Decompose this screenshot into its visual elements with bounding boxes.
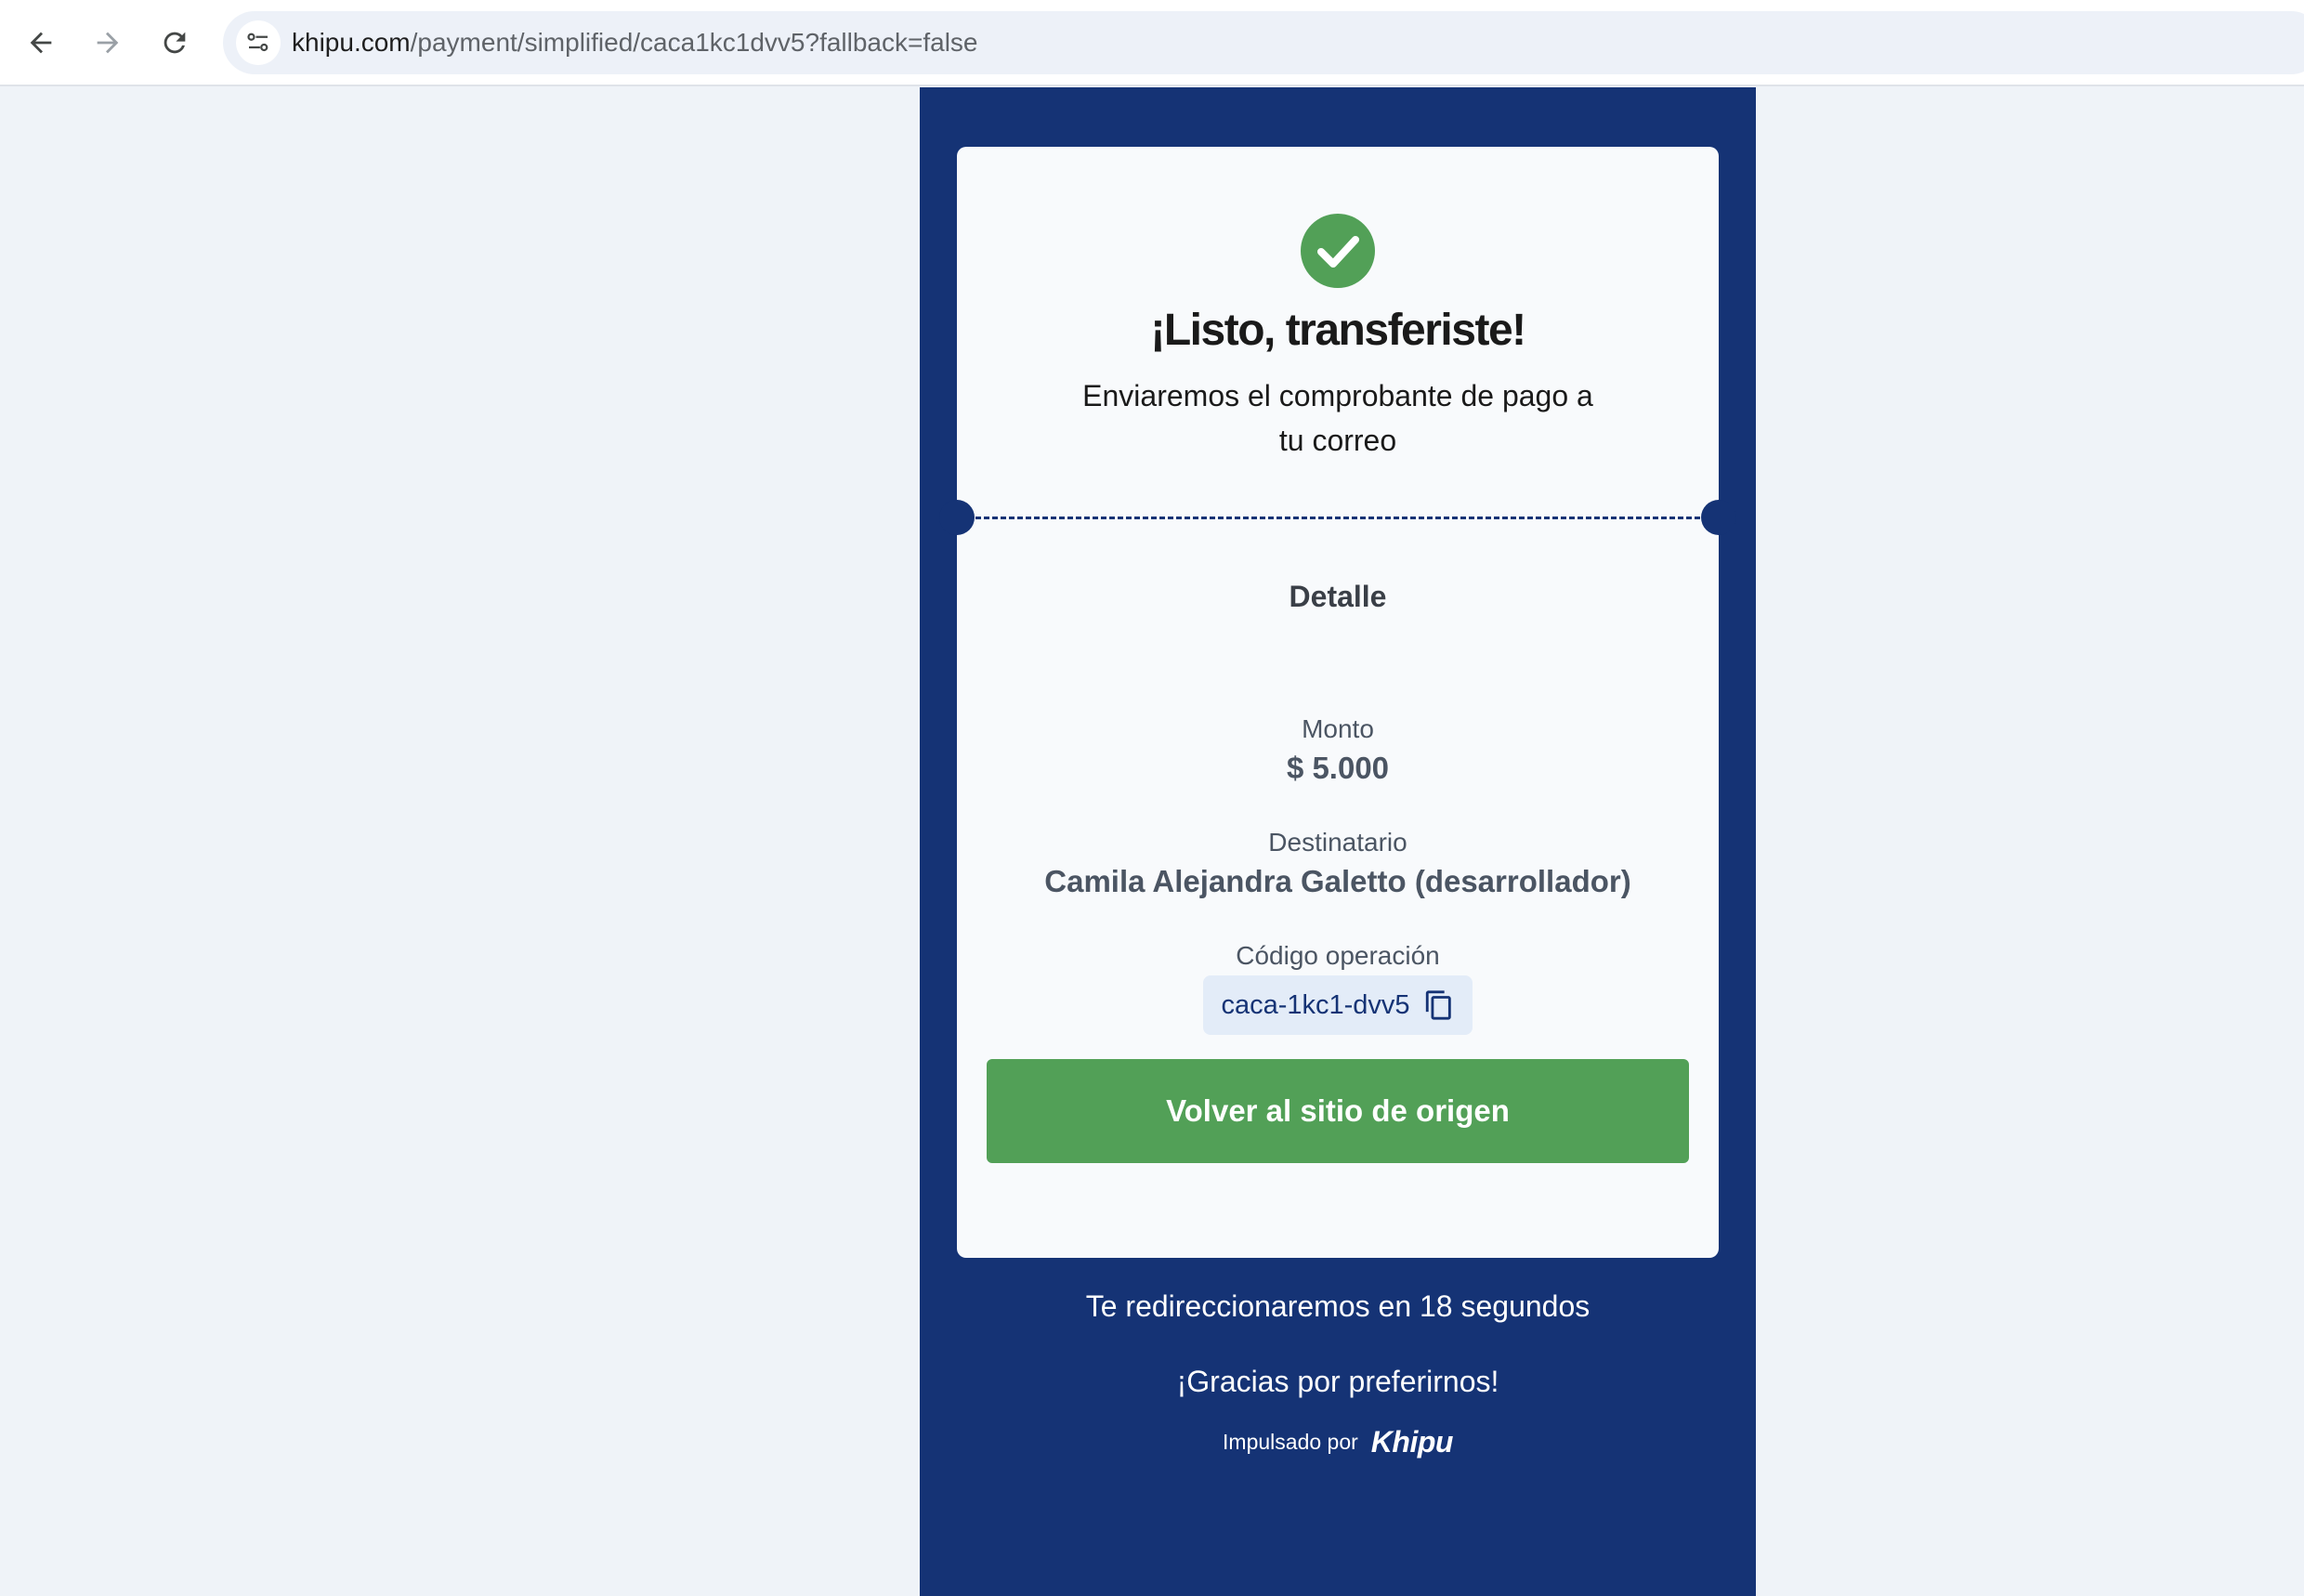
operation-code-chip[interactable]: caca-1kc1-dvv5: [1203, 975, 1473, 1035]
site-settings-tune-icon: [247, 33, 268, 52]
url-path: /payment/simplified/caca1kc1dvv5?fallbac…: [410, 28, 978, 57]
url-host: khipu.com: [292, 28, 411, 57]
receipt-card: ¡Listo, transferiste! Enviaremos el comp…: [939, 147, 1736, 1258]
powered-by-label: Impulsado por: [1223, 1430, 1358, 1454]
return-to-origin-button[interactable]: Volver al sitio de origen: [987, 1059, 1689, 1163]
recipient-label: Destinatario: [1268, 828, 1407, 857]
recipient-value: Camila Alejandra Galetto (desarrollador): [1044, 864, 1631, 898]
ticket-notch-left: [939, 500, 975, 535]
payment-panel: ¡Listo, transferiste! Enviaremos el comp…: [920, 87, 1756, 1596]
redirect-countdown: Te redireccionaremos en 18 segundos: [1085, 1289, 1591, 1323]
forward-button[interactable]: [84, 19, 132, 67]
reload-icon: [164, 32, 186, 54]
copy-icon[interactable]: [1423, 988, 1455, 1022]
operation-code-label: Código operación: [1236, 941, 1440, 970]
detail-title: Detalle: [1289, 580, 1387, 613]
url-text[interactable]: khipu.com/payment/simplified/caca1kc1dvv…: [292, 11, 978, 74]
amount-value: $ 5.000: [1286, 751, 1390, 785]
ticket-notch-right: [1701, 500, 1736, 535]
amount-label: Monto: [1302, 714, 1374, 743]
forward-arrow-icon: [97, 32, 119, 54]
thanks-message: ¡Gracias por preferirnos!: [1176, 1365, 1499, 1398]
browser-toolbar: khipu.com/payment/simplified/caca1kc1dvv…: [0, 0, 2304, 86]
back-arrow-icon: [30, 32, 52, 54]
reload-button[interactable]: [151, 19, 199, 67]
khipu-logo[interactable]: Khipu: [1371, 1425, 1454, 1459]
success-title: ¡Listo, transferiste!: [1150, 306, 1526, 355]
powered-by: Impulsado por Khipu: [920, 1425, 1756, 1459]
address-bar[interactable]: khipu.com/payment/simplified/caca1kc1dvv…: [223, 11, 2304, 74]
back-button[interactable]: [17, 19, 65, 67]
success-subtitle: Enviaremos el comprobante de pago a tu c…: [1082, 379, 1593, 457]
operation-code-value: caca-1kc1-dvv5: [1221, 989, 1410, 1020]
success-check-icon: [1301, 214, 1375, 288]
dashed-divider: [975, 517, 1700, 519]
site-settings-button[interactable]: [236, 20, 281, 65]
